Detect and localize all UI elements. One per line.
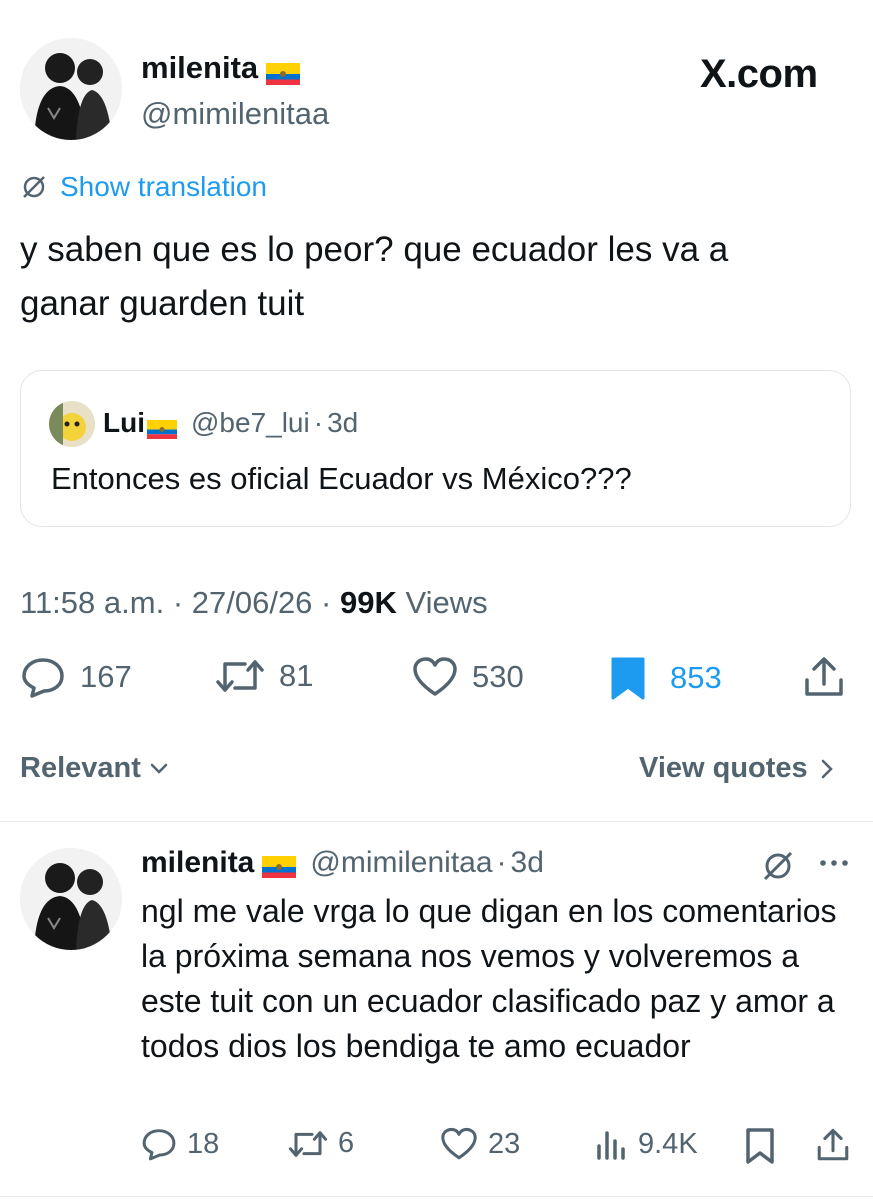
ecuador-flag-icon — [266, 57, 301, 85]
tweet-meta: 11:58 a.m. · 27/06/26 · 99K Views — [20, 585, 488, 620]
bookmark-button[interactable]: 853 — [610, 656, 722, 700]
reply-views-count: 9.4K — [638, 1127, 698, 1160]
reply-repost-count: 6 — [338, 1127, 355, 1159]
bookmark-filled-icon — [610, 656, 646, 700]
quote-author-avatar[interactable] — [49, 401, 95, 447]
show-translation-link[interactable]: Show translation — [20, 171, 267, 203]
author-handle[interactable]: @mimilenitaa — [141, 96, 329, 132]
globe-slash-icon — [20, 173, 48, 201]
author-name[interactable]: milenita — [141, 50, 258, 86]
repost-button[interactable]: 81 — [215, 656, 313, 696]
reply-bookmark-button[interactable] — [744, 1127, 776, 1165]
ecuador-flag-icon — [147, 414, 177, 439]
share-icon — [803, 656, 845, 698]
share-icon — [816, 1127, 850, 1163]
bookmark-count: 853 — [670, 660, 722, 695]
reply-time[interactable]: 3d — [511, 846, 544, 880]
reply-author-name[interactable]: milenita — [141, 846, 254, 880]
reply-button[interactable]: 167 — [20, 656, 132, 698]
views-count: 99K — [339, 585, 397, 620]
view-quotes-link[interactable]: View quotes — [639, 752, 834, 785]
quote-author-handle[interactable]: @be7_lui — [191, 407, 310, 439]
repost-count: 81 — [279, 658, 314, 693]
analytics-icon — [594, 1127, 628, 1161]
reply-author-handle[interactable]: @mimilenitaa — [310, 846, 492, 880]
heart-icon — [412, 656, 458, 698]
quote-author-name[interactable]: Lui — [103, 407, 145, 439]
author-name-row: milenita — [141, 50, 301, 86]
views-label: Views — [405, 585, 488, 620]
quote-separator: · — [313, 407, 324, 438]
bookmark-icon — [744, 1127, 776, 1165]
sort-label: Relevant — [20, 752, 141, 784]
repost-icon — [288, 1128, 328, 1160]
reply-like-count: 23 — [488, 1127, 521, 1160]
quote-header: Lui @be7_lui · 3d — [103, 407, 358, 439]
reply-reply-button[interactable]: 18 — [141, 1127, 219, 1161]
repost-icon — [215, 656, 265, 696]
reply-author-avatar[interactable] — [20, 848, 122, 950]
share-button[interactable] — [803, 656, 845, 698]
bottom-divider — [0, 1196, 873, 1197]
reply-translate-icon[interactable] — [760, 848, 796, 889]
reply-header: milenita @mimilenitaa · 3d — [141, 846, 544, 880]
reply-repost-button[interactable]: 6 — [288, 1127, 354, 1160]
tweet-time[interactable]: 11:58 a.m. — [20, 585, 164, 620]
chevron-right-icon — [820, 758, 834, 780]
tweet-text: y saben que es lo peor? que ecuador les … — [20, 230, 729, 323]
quote-time[interactable]: 3d — [327, 407, 358, 439]
heart-icon — [440, 1127, 478, 1161]
quoted-tweet-card[interactable]: Lui @be7_lui · 3d Entonces es oficial Ec… — [20, 370, 851, 527]
reply-count: 167 — [80, 659, 132, 694]
section-divider — [0, 821, 873, 822]
author-avatar[interactable] — [20, 38, 122, 140]
reply-views-button[interactable]: 9.4K — [594, 1127, 698, 1161]
reply-like-button[interactable]: 23 — [440, 1127, 520, 1161]
show-translation-label: Show translation — [60, 171, 268, 202]
reply-reply-count: 18 — [187, 1127, 220, 1160]
ecuador-flag-icon — [262, 852, 297, 878]
reply-text: ngl me vale vrga lo que digan en los com… — [141, 893, 837, 1064]
reply-share-button[interactable] — [816, 1127, 850, 1163]
tweet-date[interactable]: 27/06/26 — [192, 585, 313, 620]
x-brand-logo: X.com — [700, 52, 818, 96]
like-count: 530 — [472, 659, 524, 694]
like-button[interactable]: 530 — [412, 656, 524, 698]
chevron-down-icon — [149, 762, 169, 776]
reply-icon — [141, 1127, 177, 1161]
sort-dropdown[interactable]: Relevant — [20, 752, 169, 785]
view-quotes-label: View quotes — [639, 752, 808, 784]
reply-separator: · — [496, 846, 507, 879]
more-options-icon[interactable] — [818, 856, 850, 874]
reply-icon — [20, 656, 66, 698]
quote-text: Entonces es oficial Ecuador vs México??? — [51, 461, 632, 496]
